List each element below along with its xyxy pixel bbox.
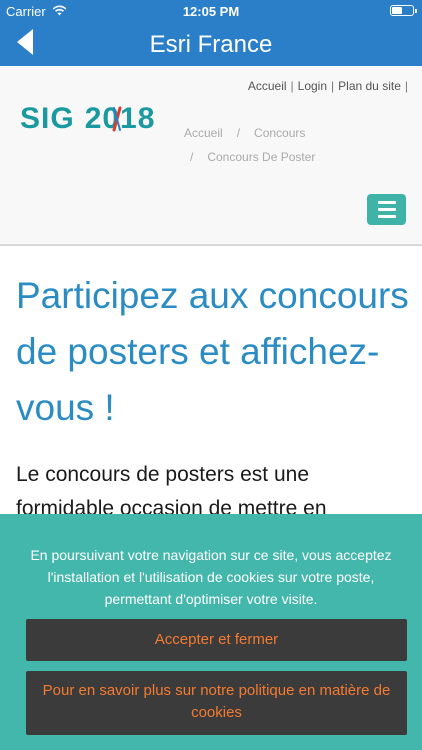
breadcrumb-concours-de-poster: Concours De Poster xyxy=(207,150,316,164)
breadcrumb-concours[interactable]: Concours xyxy=(254,126,305,140)
cookie-policy-button[interactable]: Pour en savoir plus sur notre politique … xyxy=(26,671,407,735)
logo-text-sig: SIG xyxy=(20,102,75,135)
link-separator: | xyxy=(404,79,408,93)
breadcrumb-separator: / xyxy=(236,126,241,140)
nav-bar: Esri France xyxy=(0,22,422,66)
nav-title: Esri France xyxy=(149,31,273,58)
hamburger-menu-icon xyxy=(377,201,396,204)
breadcrumb-separator: / xyxy=(190,150,194,164)
breadcrumb: Accueil / Concours xyxy=(184,126,305,140)
status-bar: Carrier 12:05 PM xyxy=(0,0,422,22)
status-time: 12:05 PM xyxy=(182,4,240,19)
breadcrumb-accueil[interactable]: Accueil xyxy=(184,126,223,140)
cookie-message: En poursuivant votre navigation sur ce s… xyxy=(30,547,392,607)
cookie-banner: En poursuivant votre navigation sur ce s… xyxy=(0,514,422,750)
battery-icon xyxy=(390,5,417,16)
breadcrumb-line-2: / Concours De Poster xyxy=(190,150,315,164)
sig-2018-logo[interactable]: SIG 2018 xyxy=(20,102,155,136)
page-headline: Participez aux concours de posters et af… xyxy=(16,275,409,428)
link-accueil[interactable]: Accueil xyxy=(248,79,287,93)
site-header: Accueil | Login | Plan du site | SIG 201… xyxy=(0,66,422,246)
main-content: Participez aux concours de posters et af… xyxy=(16,268,412,526)
accept-cookies-button[interactable]: Accepter et fermer xyxy=(26,619,407,661)
compass-icon xyxy=(105,105,129,138)
link-login[interactable]: Login xyxy=(298,79,327,93)
hamburger-menu-button[interactable] xyxy=(367,194,406,225)
status-right xyxy=(390,5,417,16)
link-separator: | xyxy=(331,79,335,93)
link-separator: | xyxy=(290,79,294,93)
top-links: Accueil | Login | Plan du site | xyxy=(248,79,408,93)
link-plan-du-site[interactable]: Plan du site xyxy=(338,79,401,93)
